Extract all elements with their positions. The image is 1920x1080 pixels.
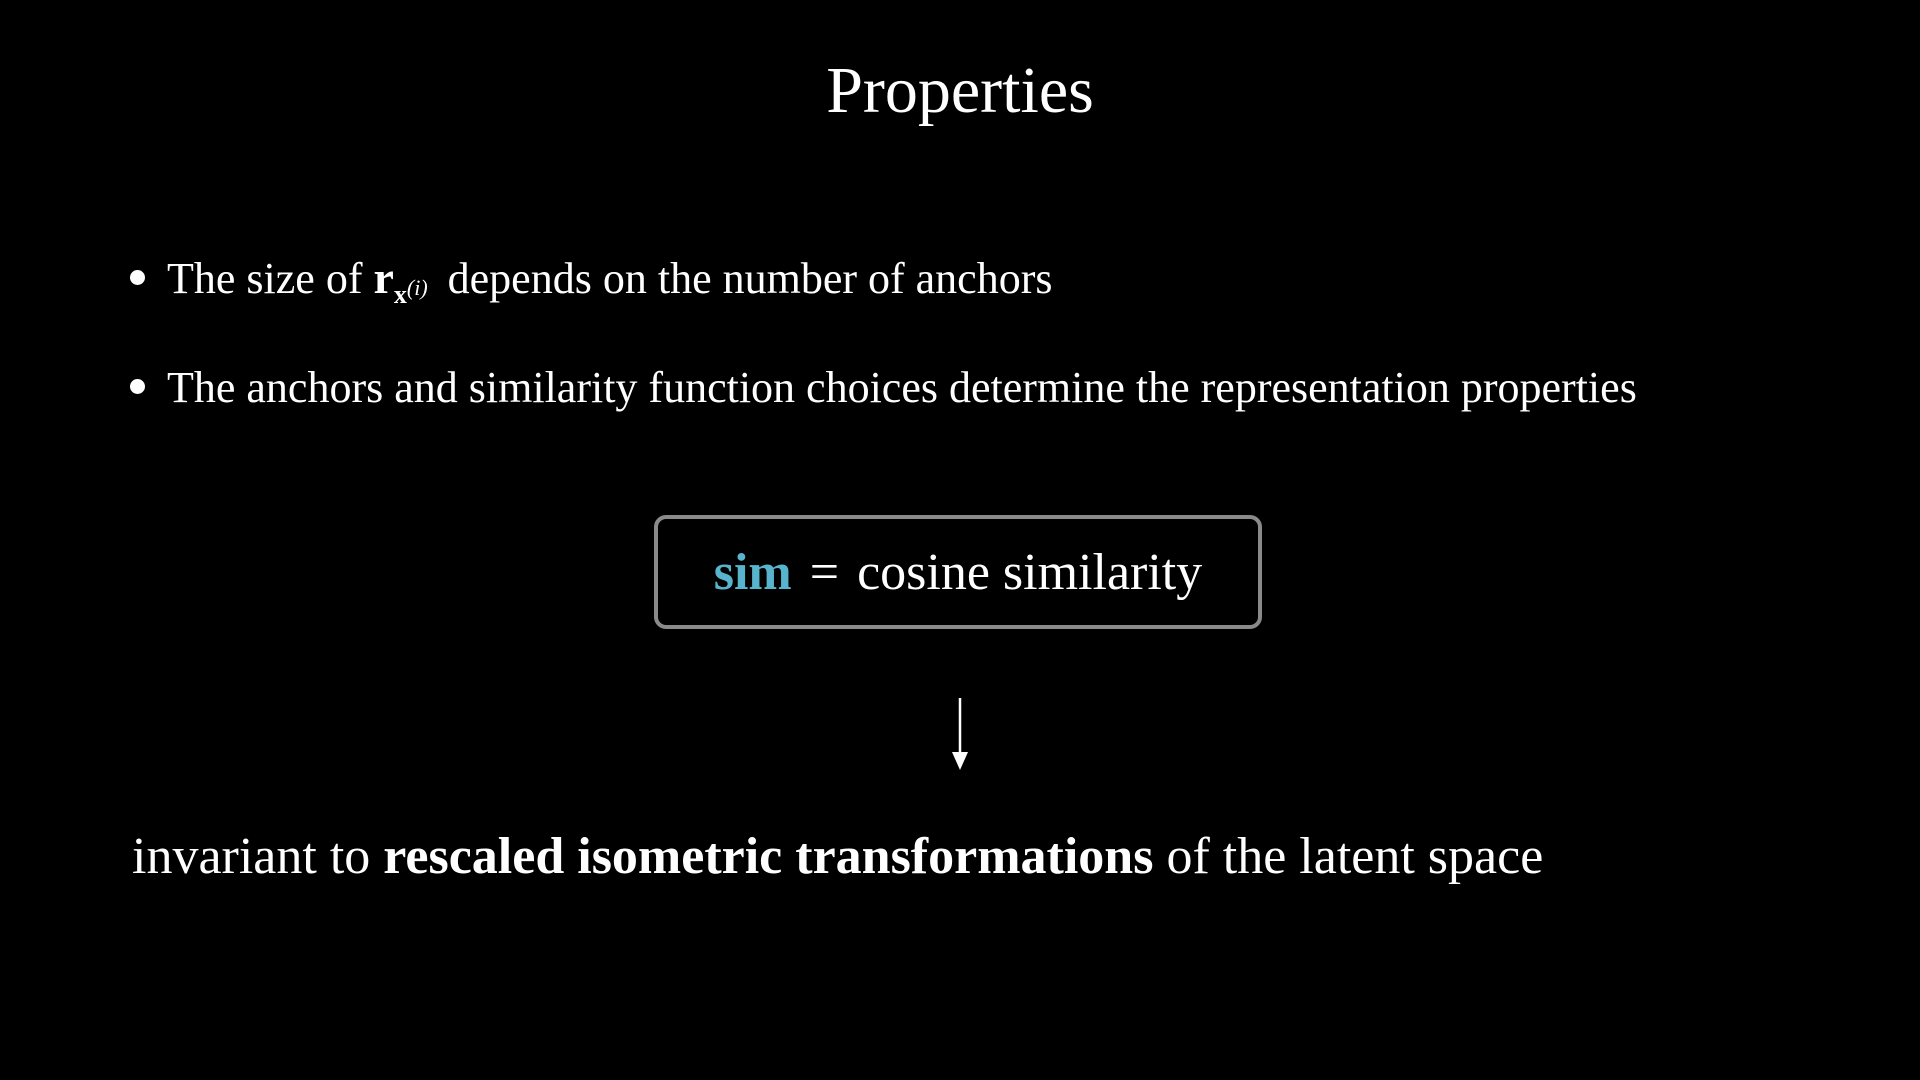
math-subscript-x: x bbox=[393, 280, 407, 309]
conclusion-emphasis: rescaled isometric transformations bbox=[383, 828, 1154, 885]
slide-title: Properties bbox=[826, 54, 1094, 127]
bullet-text-after: depends on the number of anchors bbox=[447, 254, 1053, 303]
formula-equals: = bbox=[809, 543, 840, 601]
arrow-down-icon bbox=[952, 698, 968, 770]
conclusion-line: invariant to rescaled isometric transfor… bbox=[132, 822, 1543, 892]
bullet-dot-icon bbox=[130, 379, 145, 394]
conclusion-after: of the latent space bbox=[1166, 828, 1544, 885]
slide: Properties The size of r x(i) depends on t… bbox=[0, 0, 1920, 1080]
bullet-item-anchors: The anchors and similarity function choi… bbox=[130, 358, 1637, 418]
formula-box: sim = cosine similarity bbox=[654, 515, 1262, 629]
math-subscript: x(i) bbox=[394, 265, 428, 326]
formula-rhs: cosine similarity bbox=[857, 543, 1203, 601]
bullet-text: The anchors and similarity function choi… bbox=[167, 363, 1637, 412]
bullet-item-size: The size of r x(i) depends on the number o… bbox=[130, 248, 1052, 316]
formula-sim: sim bbox=[713, 543, 792, 601]
math-superscript-i: (i) bbox=[406, 275, 428, 300]
bullet-text-before: The size of bbox=[167, 254, 363, 303]
math-vector-r: r bbox=[373, 252, 394, 303]
bullet-dot-icon bbox=[130, 270, 145, 285]
conclusion-before: invariant to bbox=[132, 828, 371, 885]
